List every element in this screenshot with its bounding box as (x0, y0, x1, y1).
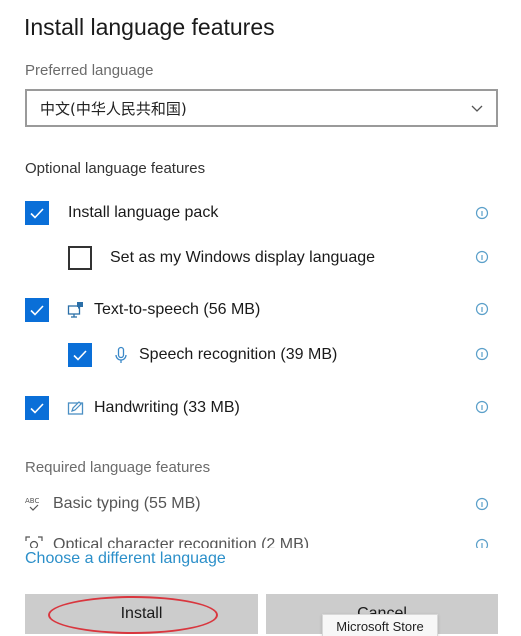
svg-text:ABC: ABC (25, 497, 39, 505)
dialog-title: Install language features (24, 14, 275, 40)
basic-typing-label: Basic typing (55 MB) (53, 495, 201, 512)
basic-typing-icon: ABC (25, 495, 43, 513)
info-icon[interactable] (475, 538, 489, 548)
microphone-icon (112, 346, 130, 364)
handwriting-label: Handwriting (33 MB) (94, 399, 240, 416)
feature-speech-recognition[interactable]: Speech recognition (39 MB) (68, 343, 337, 367)
info-icon[interactable] (475, 206, 489, 220)
install-language-features-dialog: Install language features Preferred lang… (0, 0, 521, 636)
feature-text-to-speech[interactable]: Text-to-speech (56 MB) (25, 298, 260, 322)
feature-handwriting[interactable]: Handwriting (33 MB) (25, 396, 240, 420)
required-feature-ocr: Optical character recognition (2 MB) (25, 536, 309, 548)
required-feature-basic-typing: ABC Basic typing (55 MB) (25, 495, 201, 513)
choose-different-language-link[interactable]: Choose a different language (25, 550, 226, 568)
display-language-label: Set as my Windows display language (110, 249, 376, 266)
checkmark-icon (73, 350, 87, 361)
info-icon[interactable] (475, 250, 489, 264)
ocr-icon (25, 536, 43, 548)
required-features-label: Required language features (25, 459, 211, 476)
info-icon[interactable] (475, 347, 489, 361)
text-to-speech-checkbox[interactable] (25, 298, 49, 322)
checkmark-icon (30, 403, 44, 414)
text-to-speech-label: Text-to-speech (56 MB) (94, 301, 261, 318)
preferred-language-value: 中文(中华人民共和国) (40, 99, 187, 118)
install-language-pack-label: Install language pack (68, 204, 219, 221)
info-icon[interactable] (475, 400, 489, 414)
text-to-speech-icon (67, 301, 85, 319)
chevron-down-icon (471, 105, 483, 112)
info-icon[interactable] (475, 497, 489, 511)
checkmark-icon (30, 208, 44, 219)
handwriting-icon (67, 399, 85, 417)
install-language-pack-checkbox[interactable] (25, 201, 49, 225)
scroll-clip-region: Optical character recognition (2 MB) (0, 534, 521, 548)
checkmark-icon (30, 305, 44, 316)
feature-display-language[interactable]: Set as my Windows display language (68, 246, 375, 270)
optional-features-label: Optional language features (25, 160, 206, 177)
speech-recognition-checkbox[interactable] (68, 343, 92, 367)
handwriting-checkbox[interactable] (25, 396, 49, 420)
preferred-language-dropdown[interactable]: 中文(中华人民共和国) (25, 89, 498, 127)
install-button[interactable]: Install (25, 594, 258, 634)
ocr-label: Optical character recognition (2 MB) (53, 536, 310, 548)
preferred-language-label: Preferred language (25, 62, 154, 79)
speech-recognition-label: Speech recognition (39 MB) (139, 346, 338, 363)
feature-install-language-pack[interactable]: Install language pack (25, 201, 218, 225)
info-icon[interactable] (475, 302, 489, 316)
microsoft-store-tooltip: Microsoft Store (322, 614, 438, 636)
display-language-checkbox[interactable] (68, 246, 92, 270)
